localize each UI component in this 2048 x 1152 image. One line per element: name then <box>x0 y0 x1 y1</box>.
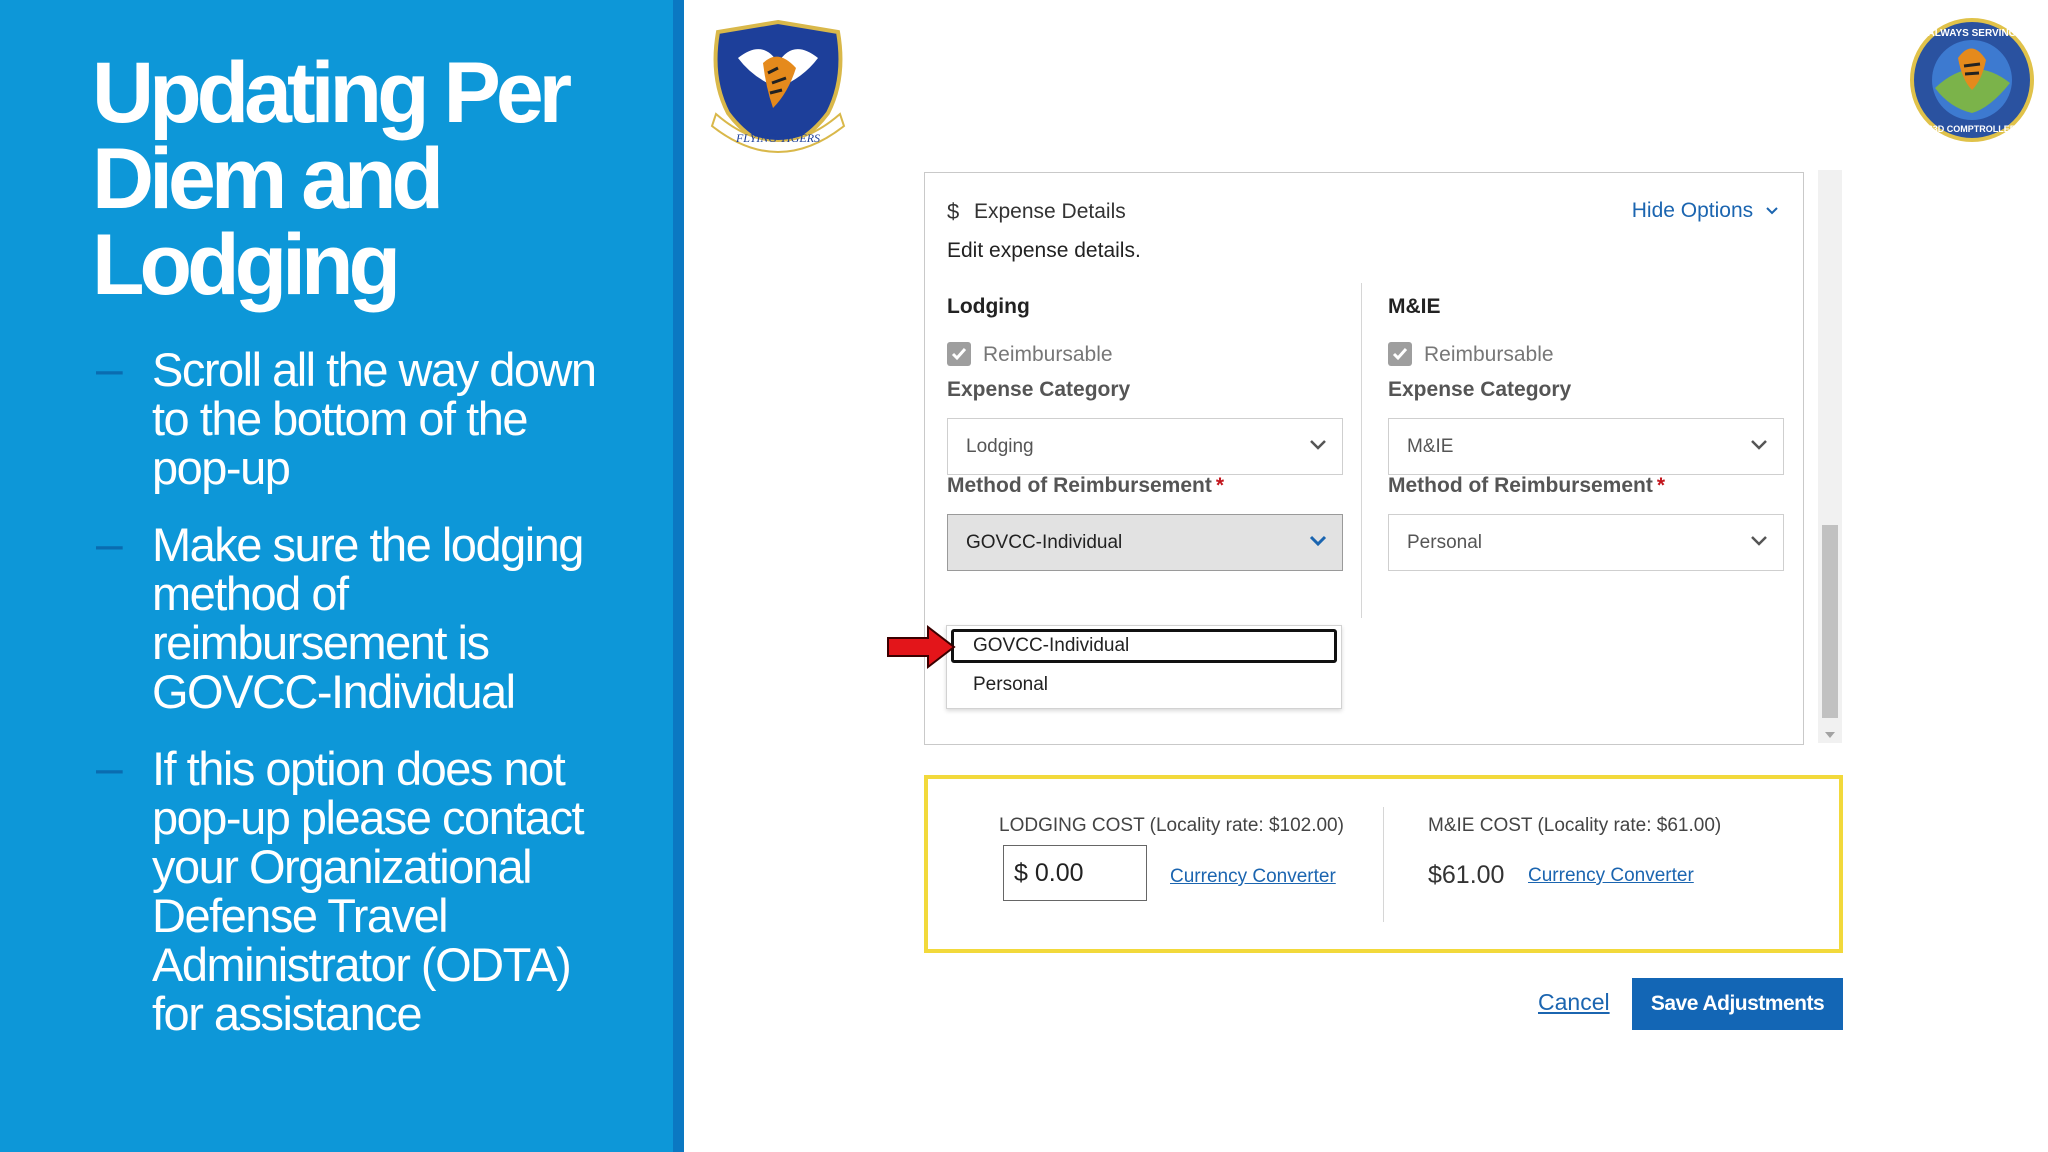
lodging-reimbursable-checkbox[interactable] <box>947 342 971 366</box>
dollar-icon: $ <box>947 199 960 224</box>
bullet-marker: – <box>96 518 123 571</box>
required-marker: * <box>1215 474 1225 497</box>
lodging-cost-label: LODGING COST (Locality rate: $102.00) <box>999 815 1344 836</box>
lodging-currency-converter-link[interactable]: Currency Converter <box>1170 866 1336 888</box>
mie-method-label-text: Method of Reimbursement <box>1388 474 1653 497</box>
cancel-button[interactable]: Cancel <box>1538 989 1610 1016</box>
method-dropdown-menu: GOVCC-Individual Personal <box>946 625 1342 709</box>
flying-tigers-logo: FLYING TIGERS <box>710 19 846 153</box>
dropdown-option-govcc-individual[interactable]: GOVCC-Individual <box>951 629 1337 663</box>
chevron-down-icon <box>1751 440 1767 450</box>
bullet-text: Make sure the lodging method of reimburs… <box>152 518 584 718</box>
slide-title: Updating Per Diem and Lodging <box>92 45 572 313</box>
bullet-text: If this option does not pop-up please co… <box>152 742 585 1040</box>
mie-cost-label: M&IE COST (Locality rate: $61.00) <box>1428 815 1722 836</box>
chevron-down-icon <box>1751 536 1767 546</box>
expense-details-subtitle: Edit expense details. <box>947 239 1141 262</box>
lodging-cost-input[interactable]: $ 0.00 <box>1003 845 1147 901</box>
chevron-down-icon <box>1310 440 1326 450</box>
mie-category-label: Expense Category <box>1388 378 1572 401</box>
dropdown-option-personal[interactable]: Personal <box>951 668 1337 702</box>
panel-scrollbar[interactable] <box>1818 170 1842 743</box>
checkmark-icon <box>951 348 967 361</box>
mie-category-select[interactable]: M&IE <box>1388 418 1784 475</box>
expense-details-title: Expense Details <box>974 200 1126 223</box>
lodging-category-label: Expense Category <box>947 378 1131 401</box>
scroll-down-arrow-icon[interactable] <box>1825 732 1835 738</box>
mie-currency-converter-link[interactable]: Currency Converter <box>1528 865 1694 887</box>
save-adjustments-button[interactable]: Save Adjustments <box>1632 978 1843 1030</box>
cost-divider <box>1383 807 1384 922</box>
bullet-marker: – <box>96 742 123 795</box>
checkmark-icon <box>1392 348 1408 361</box>
logo-text: FLYING TIGERS <box>735 131 820 145</box>
logo-text-bottom: 23D COMPTROLLER <box>1928 124 2017 134</box>
mie-title: M&IE <box>1388 295 1441 318</box>
lodging-category-value: Lodging <box>966 436 1034 457</box>
lodging-method-select[interactable]: GOVCC-Individual <box>947 514 1343 571</box>
column-divider <box>1361 283 1362 618</box>
comptroller-logo: ALWAYS SERVING 23D COMPTROLLER <box>1910 18 2034 142</box>
bullet-item: – Make sure the lodging method of reimbu… <box>92 520 612 716</box>
hide-options-label: Hide Options <box>1631 199 1754 222</box>
logo-text-top: ALWAYS SERVING <box>1928 28 2017 39</box>
bullet-list: – Scroll all the way down to the bottom … <box>92 345 612 1066</box>
mie-method-label: Method of Reimbursement * <box>1388 474 1665 498</box>
red-pointer-arrow-icon <box>887 624 956 670</box>
lodging-category-select[interactable]: Lodging <box>947 418 1343 475</box>
mie-category-value: M&IE <box>1407 436 1454 457</box>
mie-cost-value: $61.00 <box>1428 861 1505 889</box>
required-marker: * <box>1656 474 1666 497</box>
lodging-reimbursable-label: Reimbursable <box>983 343 1113 366</box>
bullet-item: – Scroll all the way down to the bottom … <box>92 345 612 492</box>
mie-method-select[interactable]: Personal <box>1388 514 1784 571</box>
lodging-method-label-text: Method of Reimbursement <box>947 474 1212 497</box>
bullet-marker: – <box>96 343 123 396</box>
lodging-method-label: Method of Reimbursement * <box>947 474 1224 498</box>
chevron-down-icon <box>1766 207 1778 215</box>
chevron-down-icon <box>1309 535 1327 547</box>
cost-panel: LODGING COST (Locality rate: $102.00) $ … <box>924 775 1843 953</box>
lodging-method-value: GOVCC-Individual <box>966 532 1123 553</box>
bullet-text: Scroll all the way down to the bottom of… <box>152 343 597 494</box>
bullet-item: – If this option does not pop-up please … <box>92 744 612 1038</box>
mie-reimbursable-checkbox[interactable] <box>1388 342 1412 366</box>
lodging-title: Lodging <box>947 295 1030 318</box>
slide-left-panel: Updating Per Diem and Lodging – Scroll a… <box>0 0 684 1152</box>
scrollbar-thumb[interactable] <box>1822 525 1838 718</box>
mie-reimbursable-label: Reimbursable <box>1424 343 1554 366</box>
hide-options-toggle[interactable]: Hide Options <box>1632 199 1779 223</box>
mie-method-value: Personal <box>1407 532 1482 553</box>
